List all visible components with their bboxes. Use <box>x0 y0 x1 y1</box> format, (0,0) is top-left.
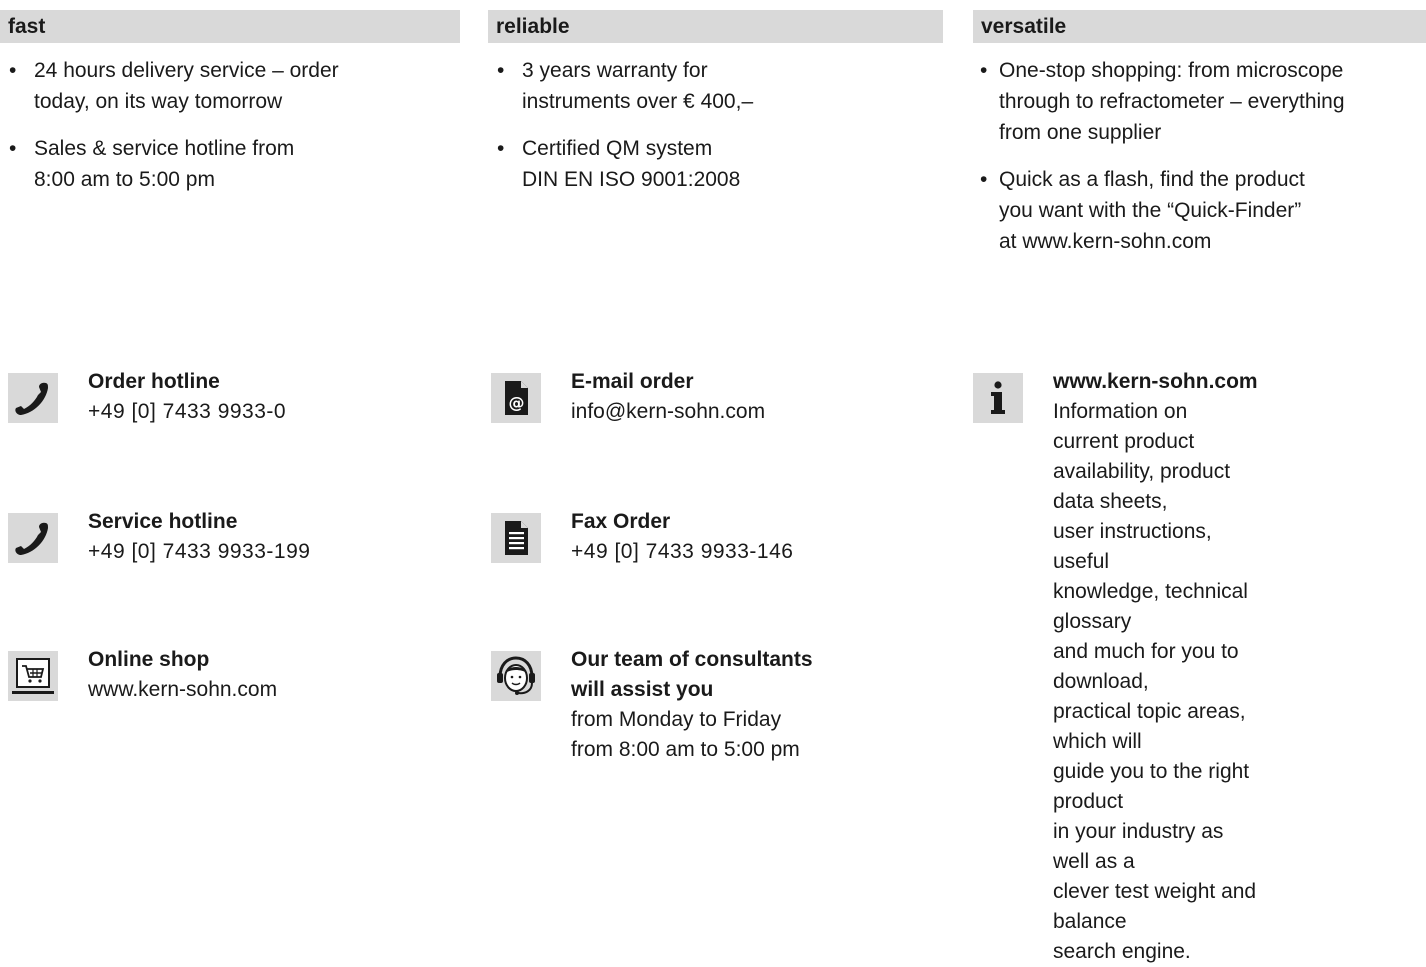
bullet-list-versatile: • One-stop shopping: from microscope throu… <box>973 55 1426 257</box>
consultants-title-line-2: will assist you <box>571 678 714 701</box>
website-title[interactable]: www.kern-sohn.com <box>1053 367 1258 397</box>
email-order-address[interactable]: info@kern-sohn.com <box>571 397 765 427</box>
list-item: • Quick as a flash, find the product you w… <box>973 164 1426 257</box>
section-header-reliable: reliable <box>488 10 943 43</box>
list-item: • Certified QM system DIN EN ISO 9001:2008 <box>488 133 943 195</box>
consultants-title-line-1: Our team of consultants <box>571 648 813 671</box>
feature-column-fast: fast • 24 hours delivery service – order t… <box>0 10 460 211</box>
fax-order-number[interactable]: +49 [0] 7433 9933-146 <box>571 537 793 567</box>
bullet-dot: • <box>497 137 505 160</box>
shopping-cart-icon <box>8 651 58 701</box>
bullet-list-fast: • 24 hours delivery service – order today,… <box>0 55 460 195</box>
list-item: • 24 hours delivery service – order today,… <box>0 55 460 117</box>
section-header-versatile: versatile <box>973 10 1426 43</box>
list-item: • Sales & service hotline from 8:00 am to … <box>0 133 460 195</box>
email-order-title: E-mail order <box>571 370 694 393</box>
fax-document-icon <box>491 513 541 563</box>
phone-icon <box>8 513 58 563</box>
info-icon <box>973 373 1023 423</box>
fax-order-title: Fax Order <box>571 510 671 533</box>
bullet-dot: • <box>980 59 988 82</box>
feature-column-versatile: versatile • One-stop shopping: from micro… <box>973 10 1426 273</box>
bullet-dot: • <box>497 59 505 82</box>
list-item: • 3 years warranty for instruments over € … <box>488 55 943 117</box>
list-item: • One-stop shopping: from microscope throu… <box>973 55 1426 148</box>
order-hotline-number[interactable]: +49 [0] 7433 9933-0 <box>88 397 286 427</box>
bullet-dot: • <box>9 59 17 82</box>
email-icon: @ <box>491 373 541 423</box>
feature-column-reliable: reliable • 3 years warranty for instrument… <box>488 10 943 211</box>
service-hotline-number[interactable]: +49 [0] 7433 9933-199 <box>88 537 310 567</box>
order-hotline-title: Order hotline <box>88 370 220 393</box>
phone-icon <box>8 373 58 423</box>
headset-icon <box>491 651 541 701</box>
website-description: Information on current product availabil… <box>1053 400 1257 963</box>
svg-text:@: @ <box>509 393 525 412</box>
bullet-dot: • <box>9 137 17 160</box>
online-shop-title: Online shop <box>88 648 210 671</box>
online-shop-link[interactable]: www.kern-sohn.com <box>88 675 277 705</box>
bullet-list-reliable: • 3 years warranty for instruments over € … <box>488 55 943 195</box>
bullet-dot: • <box>980 168 988 191</box>
consultants-days: from Monday to Friday <box>571 708 782 731</box>
consultants-hours: from 8:00 am to 5:00 pm <box>571 738 800 761</box>
service-hotline-title: Service hotline <box>88 510 238 533</box>
section-header-fast: fast <box>0 10 460 43</box>
